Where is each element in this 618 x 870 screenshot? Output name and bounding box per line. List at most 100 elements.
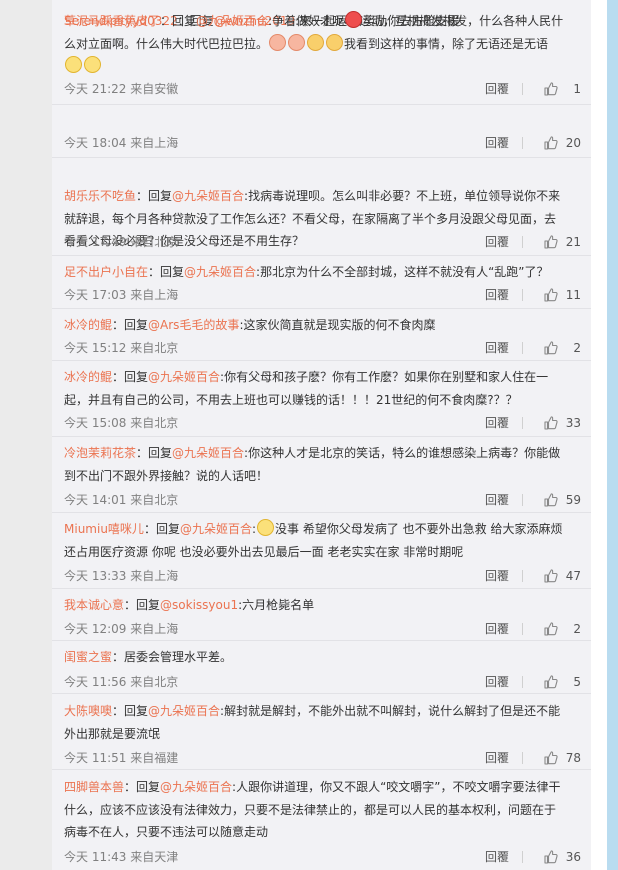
- thumbs-up-icon[interactable]: [543, 621, 559, 637]
- thumbs-up-icon[interactable]: [543, 287, 559, 303]
- comment-username[interactable]: 大陈噢噢: [64, 704, 112, 718]
- like-count: 1: [573, 82, 581, 96]
- comment-time-location: 今天 17:03 来自上海: [64, 288, 179, 302]
- comment-reply-prefix: ：回复: [143, 522, 180, 536]
- comment-time-location: 今天 14:01 来自北京: [64, 493, 179, 507]
- comment-mention[interactable]: @九朵姬百合: [196, 14, 268, 28]
- reply-button[interactable]: 回覆: [485, 134, 509, 152]
- comment-time-location: 今天 21:22 来自安徽: [64, 82, 179, 96]
- comment-username[interactable]: 冰冷的鲲: [64, 318, 112, 332]
- comment-meta: 今天 17:49 来自北京 回覆 21: [64, 233, 581, 251]
- thumbs-up-icon[interactable]: [543, 750, 559, 766]
- comment-username[interactable]: 闺蜜之蜜: [64, 650, 112, 664]
- comment-username[interactable]: 我本诚心意: [64, 598, 124, 612]
- reply-button[interactable]: 回覆: [485, 620, 509, 638]
- comment-username[interactable]: 四脚兽本兽: [64, 780, 124, 794]
- comment-reply-prefix: ：回复: [160, 14, 197, 28]
- comment-meta: 今天 13:33 来自上海 回覆 47: [64, 567, 581, 585]
- like-count: 33: [565, 416, 581, 430]
- emoji-icon: [269, 33, 287, 51]
- comment-reply-prefix: ：回复: [124, 598, 161, 612]
- emoji-group: [256, 519, 275, 536]
- divider: [522, 137, 523, 149]
- comment-body: :六月枪毙名单: [238, 598, 315, 612]
- comment-text: 闺蜜之蜜：居委会管理水平差。: [64, 646, 564, 669]
- thumbs-up-icon[interactable]: [543, 81, 559, 97]
- comment-meta: 今天 18:04 来自上海 回覆 20: [64, 134, 581, 152]
- comment-mention[interactable]: @九朵姬百合: [148, 704, 220, 718]
- comment-time-location: 今天 11:43 来自天津: [64, 850, 179, 864]
- comment-username[interactable]: 冰冷的鲲: [64, 370, 112, 384]
- reply-button[interactable]: 回覆: [485, 749, 509, 767]
- comment-item: 四脚兽本兽：回复@九朵姬百合:人跟你讲道理，你又不跟人“咬文嚼字”，不咬文嚼字要…: [52, 770, 591, 870]
- reply-button[interactable]: 回覆: [485, 286, 509, 304]
- reply-button[interactable]: 回覆: [485, 491, 509, 509]
- thumbs-up-icon[interactable]: [543, 492, 559, 508]
- comment-text: 冰冷的鲲：回复@九朵姬百合:你有父母和孩子麽？你有工作麽？如果你在别墅和家人住在…: [64, 366, 564, 411]
- comment-text: 大陈噢噢：回复@九朵姬百合:解封就是解封，不能外出就不叫解封，说什么解封了但是还…: [64, 700, 564, 745]
- comment-body: :争着做奴才呢: [268, 14, 345, 28]
- thumbs-up-icon[interactable]: [543, 674, 559, 690]
- comment-item: 胡乐乐不吃鱼：回复@九朵姬百合:找病毒说理呗。怎么叫非必要？不上班，单位领导说你…: [52, 158, 591, 256]
- reply-button[interactable]: 回覆: [485, 673, 509, 691]
- comment-item: 冰冷的鲲：回复@Ars毛毛的故事:这家伙简直就是现实版的何不食肉糜 今天 15:…: [52, 309, 591, 361]
- comment-username[interactable]: 胡乐乐不吃鱼: [64, 189, 136, 203]
- comment-mention[interactable]: @九朵姬百合: [160, 780, 232, 794]
- comment-reply-prefix: ：回复: [112, 318, 149, 332]
- comment-item: 冷泡茉莉花茶：回复@九朵姬百合:你这种人才是北京的笑话，特么的谁想感染上病毒？你…: [52, 437, 591, 513]
- like-count: 47: [565, 569, 581, 583]
- comment-username[interactable]: Miumiu嘻咪儿: [64, 522, 144, 536]
- thumbs-up-icon[interactable]: [543, 568, 559, 584]
- divider: [522, 342, 523, 354]
- thumbs-up-icon[interactable]: [543, 234, 559, 250]
- comment-username[interactable]: 足不出户小自在: [64, 265, 148, 279]
- thumbs-up-icon[interactable]: [543, 849, 559, 865]
- right-side-panel: [591, 0, 618, 870]
- comment-mention[interactable]: @九朵姬百合: [184, 265, 256, 279]
- comment-mention[interactable]: @九朵姬百合: [180, 522, 252, 536]
- reply-button[interactable]: 回覆: [485, 80, 509, 98]
- comment-mention[interactable]: @Ars毛毛的故事: [148, 318, 239, 332]
- comment-time-location: 今天 11:51 来自福建: [64, 751, 179, 765]
- like-count: 5: [573, 675, 581, 689]
- comment-meta: 今天 11:56 来自北京 回覆 5: [64, 673, 581, 691]
- reply-button[interactable]: 回覆: [485, 233, 509, 251]
- comment-body: :那北京为什么不全部封城，这样不就没有人“乱跑”了？: [256, 265, 549, 279]
- like-count: 2: [573, 622, 581, 636]
- thumbs-up-icon[interactable]: [543, 135, 559, 151]
- comment-meta: 今天 17:03 来自上海 回覆 11: [64, 286, 581, 304]
- comment-meta: 今天 21:22 来自安徽 回覆 1: [64, 80, 581, 98]
- emoji-icon: [84, 56, 101, 73]
- emoji-icon: [65, 56, 82, 73]
- comment-mention[interactable]: @九朵姬百合: [148, 370, 220, 384]
- comment-body-continued: 我看到这样的事情，除了无语还是无语: [344, 36, 549, 51]
- reply-button[interactable]: 回覆: [485, 567, 509, 585]
- comment-mention[interactable]: @sokissyou1: [160, 598, 238, 612]
- comment-item: Miumiu嘻咪儿：回复@九朵姬百合: 没事 希望你父母发病了 也不要外出急救 给…: [52, 513, 591, 589]
- like-count: 11: [565, 288, 581, 302]
- comment-mention[interactable]: @九朵姬百合: [172, 189, 244, 203]
- thumbs-up-icon[interactable]: [543, 415, 559, 431]
- comment-item: 草泥马踩香蕉皮了：回复@九朵姬百合:争着做奴才呢 奖励你去方舱支援 今天 18:0…: [52, 11, 591, 158]
- comment-time-location: 今天 13:33 来自上海: [64, 569, 179, 583]
- comment-list: Serendipityyd0322：回复@wnzhu2019:来一起运动运动，互…: [52, 0, 591, 870]
- emoji-icon: [257, 519, 275, 536]
- comment-mention[interactable]: @九朵姬百合: [172, 446, 244, 460]
- comment-text: 四脚兽本兽：回复@九朵姬百合:人跟你讲道理，你又不跟人“咬文嚼字”，不咬文嚼字要…: [64, 776, 564, 844]
- comment-meta: 今天 12:09 来自上海 回覆 2: [64, 620, 581, 638]
- comment-time-location: 今天 12:09 来自上海: [64, 622, 179, 636]
- thumbs-up-icon[interactable]: [543, 340, 559, 356]
- reply-button[interactable]: 回覆: [485, 414, 509, 432]
- comment-reply-prefix: ：回复: [136, 446, 173, 460]
- divider: [522, 236, 523, 248]
- comment-username[interactable]: 冷泡茉莉花茶: [64, 446, 136, 460]
- divider: [522, 752, 523, 764]
- emoji-group: [268, 33, 344, 51]
- comment-time-location: 今天 15:08 来自北京: [64, 416, 179, 430]
- comment-text: Miumiu嘻咪儿：回复@九朵姬百合: 没事 希望你父母发病了 也不要外出急救 给…: [64, 518, 564, 563]
- reply-button[interactable]: 回覆: [485, 339, 509, 357]
- comment-username[interactable]: 草泥马踩香蕉皮了: [64, 14, 160, 28]
- comment-reply-prefix: ：回复: [112, 704, 149, 718]
- reply-button[interactable]: 回覆: [485, 848, 509, 866]
- like-count: 21: [565, 235, 581, 249]
